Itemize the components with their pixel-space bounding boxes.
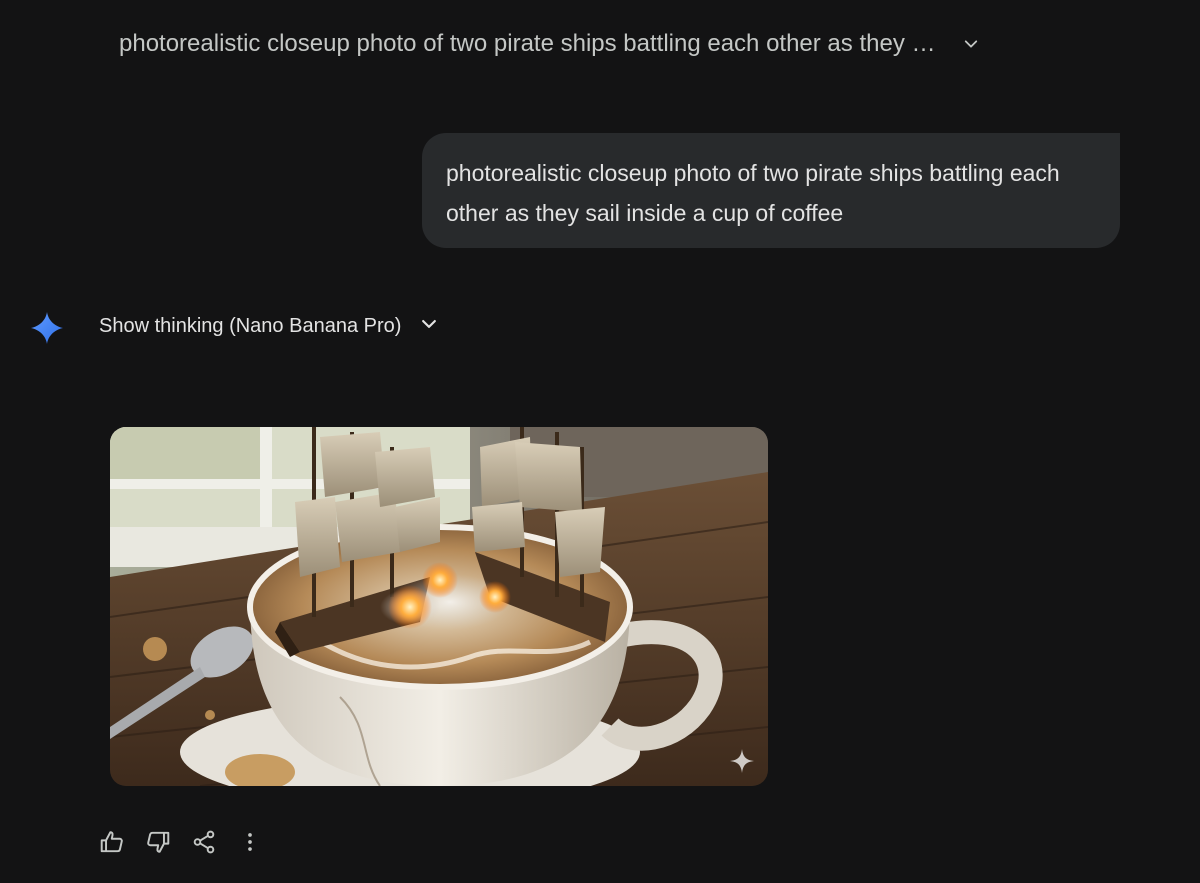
conversation-title[interactable]: photorealistic closeup photo of two pira…	[119, 30, 983, 58]
chevron-down-icon[interactable]	[959, 32, 983, 56]
gemini-spark-icon	[30, 311, 64, 345]
show-thinking-label: Show thinking (Nano Banana Pro)	[99, 315, 402, 337]
more-vert-icon	[237, 829, 263, 860]
conversation-title-text: photorealistic closeup photo of two pira…	[119, 30, 936, 57]
user-message-text: photorealistic closeup photo of two pira…	[446, 160, 1060, 226]
thumbs-up-button[interactable]	[96, 826, 128, 862]
generated-image-illustration	[110, 427, 768, 786]
thumbs-down-button[interactable]	[142, 826, 174, 862]
thumbs-down-icon	[145, 829, 171, 860]
share-icon	[191, 829, 217, 860]
generated-image[interactable]	[110, 427, 768, 786]
response-actions	[96, 826, 266, 862]
share-button[interactable]	[188, 826, 220, 862]
chevron-down-icon	[419, 314, 439, 339]
thumbs-up-icon	[99, 829, 125, 860]
user-message-bubble: photorealistic closeup photo of two pira…	[422, 133, 1120, 248]
more-options-button[interactable]	[234, 826, 266, 862]
chat-page: photorealistic closeup photo of two pira…	[0, 0, 1200, 883]
show-thinking-toggle[interactable]: Show thinking (Nano Banana Pro)	[99, 314, 439, 339]
